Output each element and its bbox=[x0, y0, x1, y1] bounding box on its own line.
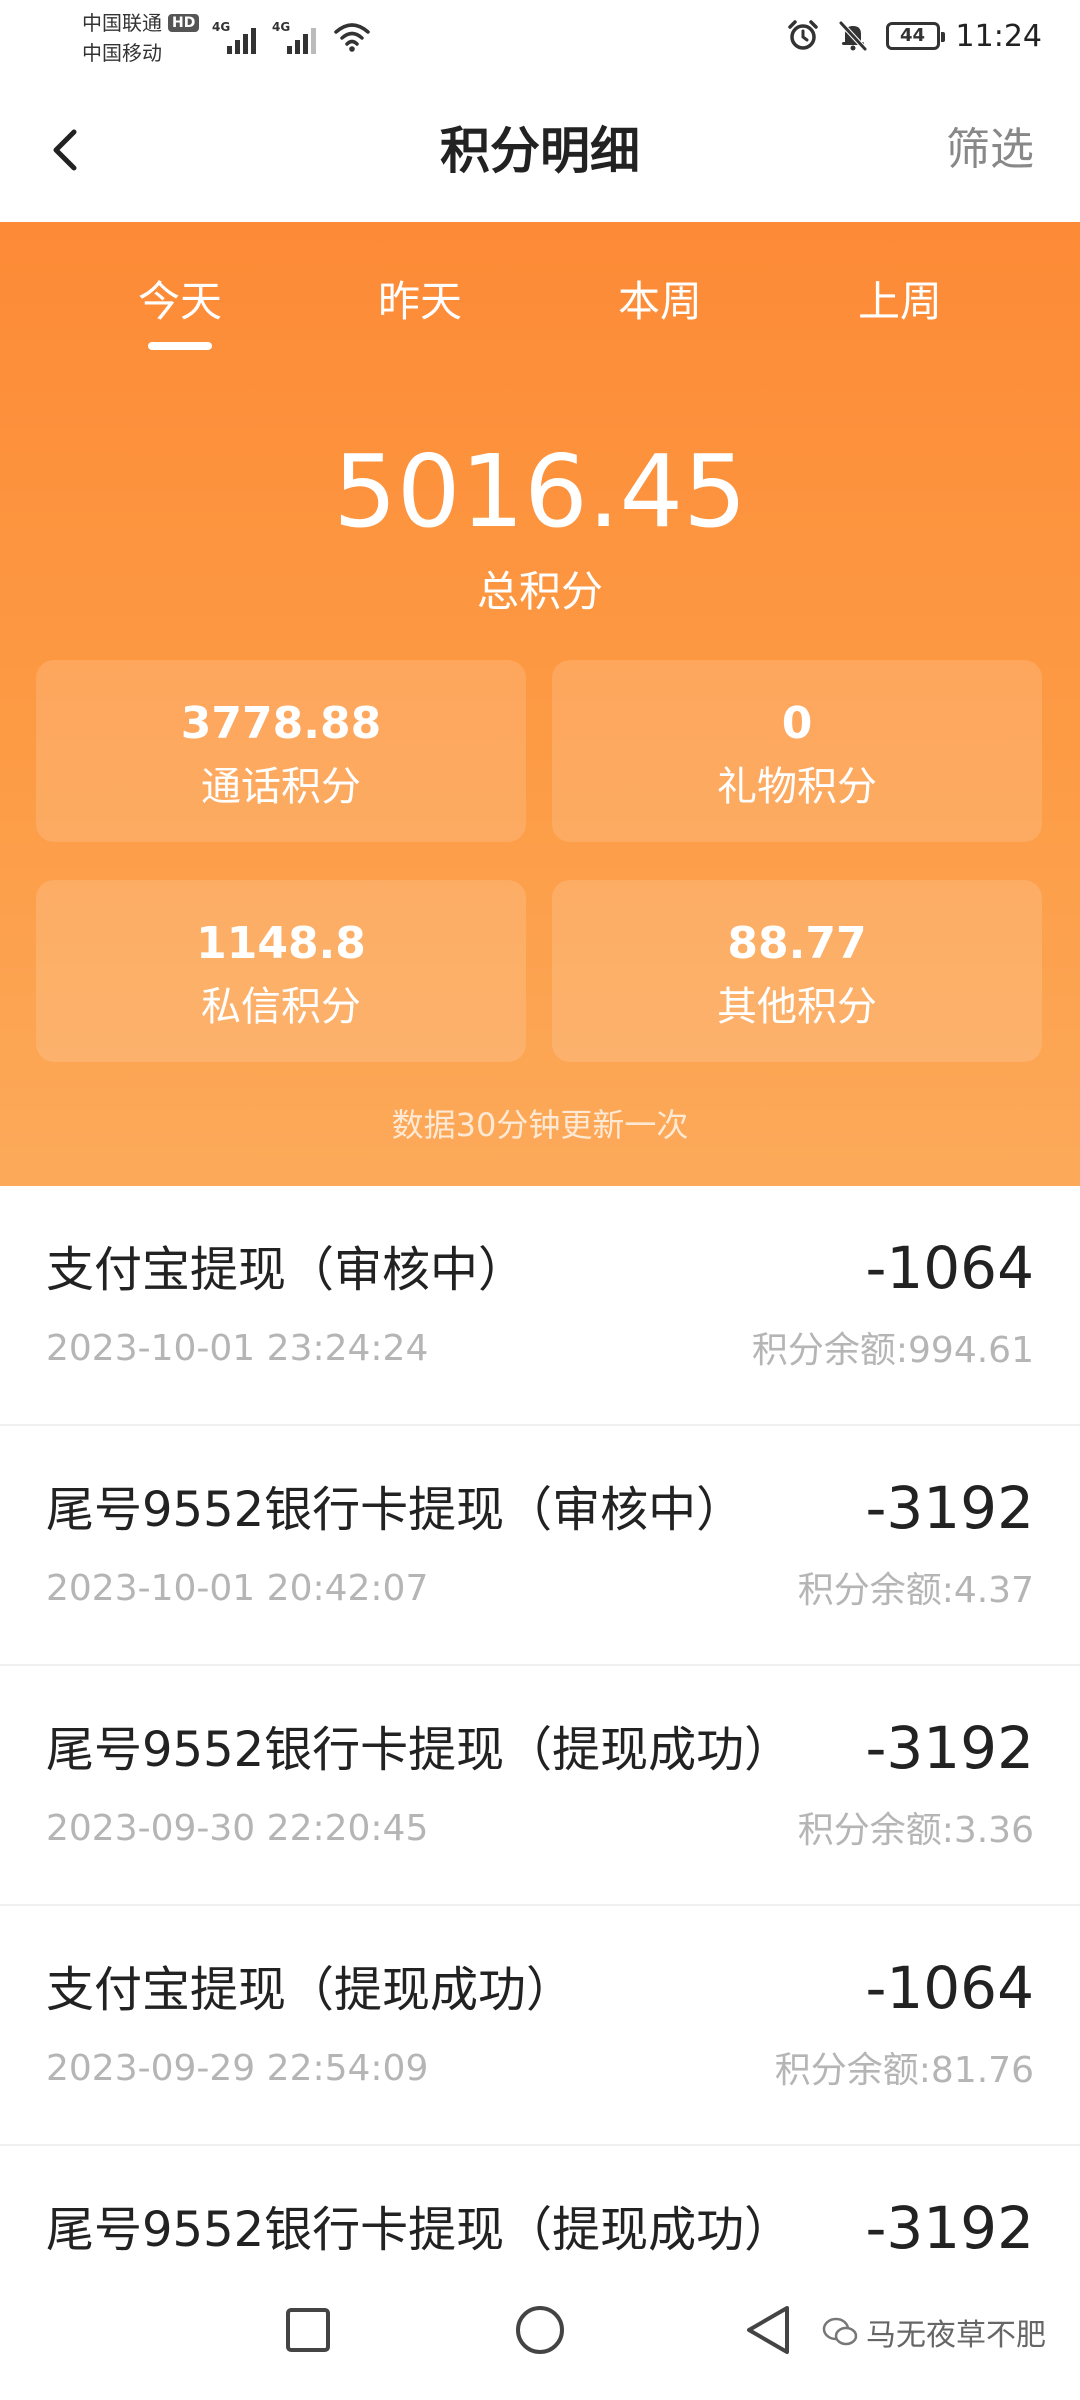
list-item[interactable]: 尾号9552银行卡提现（提现成功） -3192 2023-09-30 22:20… bbox=[0, 1666, 1080, 1906]
stat-value: 0 bbox=[781, 698, 813, 749]
tab-this-week[interactable]: 本周 bbox=[560, 272, 760, 332]
status-right: 44 11:24 bbox=[786, 14, 1042, 58]
record-amount: -3192 bbox=[865, 1474, 1034, 1542]
message-points-card: 1148.8 私信积分 bbox=[36, 880, 526, 1062]
tab-today[interactable]: 今天 bbox=[80, 272, 280, 350]
nav-back-button[interactable] bbox=[732, 2294, 804, 2366]
home-button[interactable] bbox=[504, 2294, 576, 2366]
update-note: 数据30分钟更新一次 bbox=[391, 1106, 689, 1144]
carrier-1-name: 中国联通 bbox=[82, 11, 162, 35]
watermark: 马无夜草不肥 bbox=[822, 2310, 1046, 2354]
record-balance: 积分余额:994.61 bbox=[751, 1330, 1034, 1371]
points-summary: 今天 昨天 本周 上周 5016.45 总积分 3778.88 通话积分 0 礼… bbox=[0, 222, 1080, 1186]
stat-label: 礼物积分 bbox=[717, 764, 877, 810]
filter-button[interactable]: 筛选 bbox=[946, 118, 1034, 182]
tab-yesterday[interactable]: 昨天 bbox=[320, 272, 520, 332]
record-title: 支付宝提现（审核中） bbox=[46, 1242, 527, 1298]
record-title: 尾号9552银行卡提现（审核中） bbox=[46, 1482, 745, 1538]
battery-icon: 44 bbox=[885, 22, 945, 50]
recent-apps-button[interactable] bbox=[272, 2294, 344, 2366]
wifi-icon bbox=[334, 23, 370, 52]
stat-value: 3778.88 bbox=[180, 698, 382, 749]
tab-label: 本周 bbox=[617, 277, 702, 326]
record-amount: -3192 bbox=[865, 2194, 1034, 2262]
page-title: 积分明细 bbox=[440, 122, 640, 180]
tab-label: 上周 bbox=[857, 277, 942, 326]
status-time: 11:24 bbox=[955, 18, 1042, 54]
battery-level: 44 bbox=[900, 25, 926, 46]
total-points-label: 总积分 bbox=[476, 567, 603, 616]
system-nav-bar: 马无夜草不肥 bbox=[0, 2260, 1080, 2400]
record-time: 2023-10-01 23:24:24 bbox=[46, 1328, 429, 1369]
mute-icon bbox=[838, 21, 867, 51]
list-item[interactable]: 支付宝提现（审核中） -1064 2023-10-01 23:24:24 积分余… bbox=[0, 1186, 1080, 1426]
signal-2-icon: 4G bbox=[272, 20, 316, 54]
tab-active-indicator bbox=[148, 342, 212, 350]
points-record-list: 支付宝提现（审核中） -1064 2023-10-01 23:24:24 积分余… bbox=[0, 1186, 1080, 2386]
record-title: 尾号9552银行卡提现（提现成功） bbox=[46, 1722, 793, 1778]
total-points-value: 5016.45 bbox=[333, 433, 747, 550]
record-amount: -1064 bbox=[865, 1234, 1034, 1302]
gift-points-card: 0 礼物积分 bbox=[552, 660, 1042, 842]
stat-value: 1148.8 bbox=[196, 918, 366, 969]
record-time: 2023-09-29 22:54:09 bbox=[46, 2048, 429, 2089]
stat-label: 私信积分 bbox=[201, 984, 361, 1030]
tab-label: 昨天 bbox=[377, 277, 462, 326]
signal-1-icon: 4G bbox=[212, 20, 256, 54]
status-bar: 中国联通 HD 中国移动 4G 4G 44 11:24 bbox=[0, 0, 1080, 78]
period-tabs: 今天 昨天 本周 上周 bbox=[0, 272, 1080, 352]
alarm-icon bbox=[787, 20, 818, 50]
recent-apps-icon bbox=[286, 2308, 330, 2352]
tab-last-week[interactable]: 上周 bbox=[800, 272, 1000, 332]
record-balance: 积分余额:81.76 bbox=[774, 2050, 1034, 2091]
carrier-info: 中国联通 HD 中国移动 bbox=[82, 8, 200, 68]
stat-value: 88.77 bbox=[727, 918, 867, 969]
stat-label: 其他积分 bbox=[717, 984, 877, 1030]
tab-label: 今天 bbox=[137, 277, 222, 326]
wechat-icon bbox=[822, 2317, 858, 2346]
app-header: 积分明细 筛选 bbox=[0, 78, 1080, 222]
network-indicators: 4G 4G bbox=[212, 18, 372, 54]
record-balance: 积分余额:4.37 bbox=[797, 1570, 1034, 1611]
screen: 中国联通 HD 中国移动 4G 4G 44 11:24 积分明细 筛选 今天 昨… bbox=[0, 0, 1080, 2400]
hd-badge: HD bbox=[168, 14, 200, 32]
record-title: 尾号9552银行卡提现（提现成功） bbox=[46, 2202, 793, 2258]
stat-label: 通话积分 bbox=[201, 764, 361, 810]
back-nav-icon bbox=[747, 2306, 789, 2354]
other-points-card: 88.77 其他积分 bbox=[552, 880, 1042, 1062]
list-item[interactable]: 尾号9552银行卡提现（审核中） -3192 2023-10-01 20:42:… bbox=[0, 1426, 1080, 1666]
record-title: 支付宝提现（提现成功） bbox=[46, 1962, 575, 2018]
record-amount: -3192 bbox=[865, 1714, 1034, 1782]
record-balance: 积分余额:3.36 bbox=[797, 1810, 1034, 1851]
call-points-card: 3778.88 通话积分 bbox=[36, 660, 526, 842]
list-item[interactable]: 支付宝提现（提现成功） -1064 2023-09-29 22:54:09 积分… bbox=[0, 1906, 1080, 2146]
carrier-2-name: 中国移动 bbox=[82, 41, 162, 65]
record-time: 2023-09-30 22:20:45 bbox=[46, 1808, 429, 1849]
watermark-text: 马无夜草不肥 bbox=[866, 2318, 1046, 2353]
record-time: 2023-10-01 20:42:07 bbox=[46, 1568, 429, 1609]
record-amount: -1064 bbox=[865, 1954, 1034, 2022]
home-icon bbox=[516, 2306, 564, 2354]
